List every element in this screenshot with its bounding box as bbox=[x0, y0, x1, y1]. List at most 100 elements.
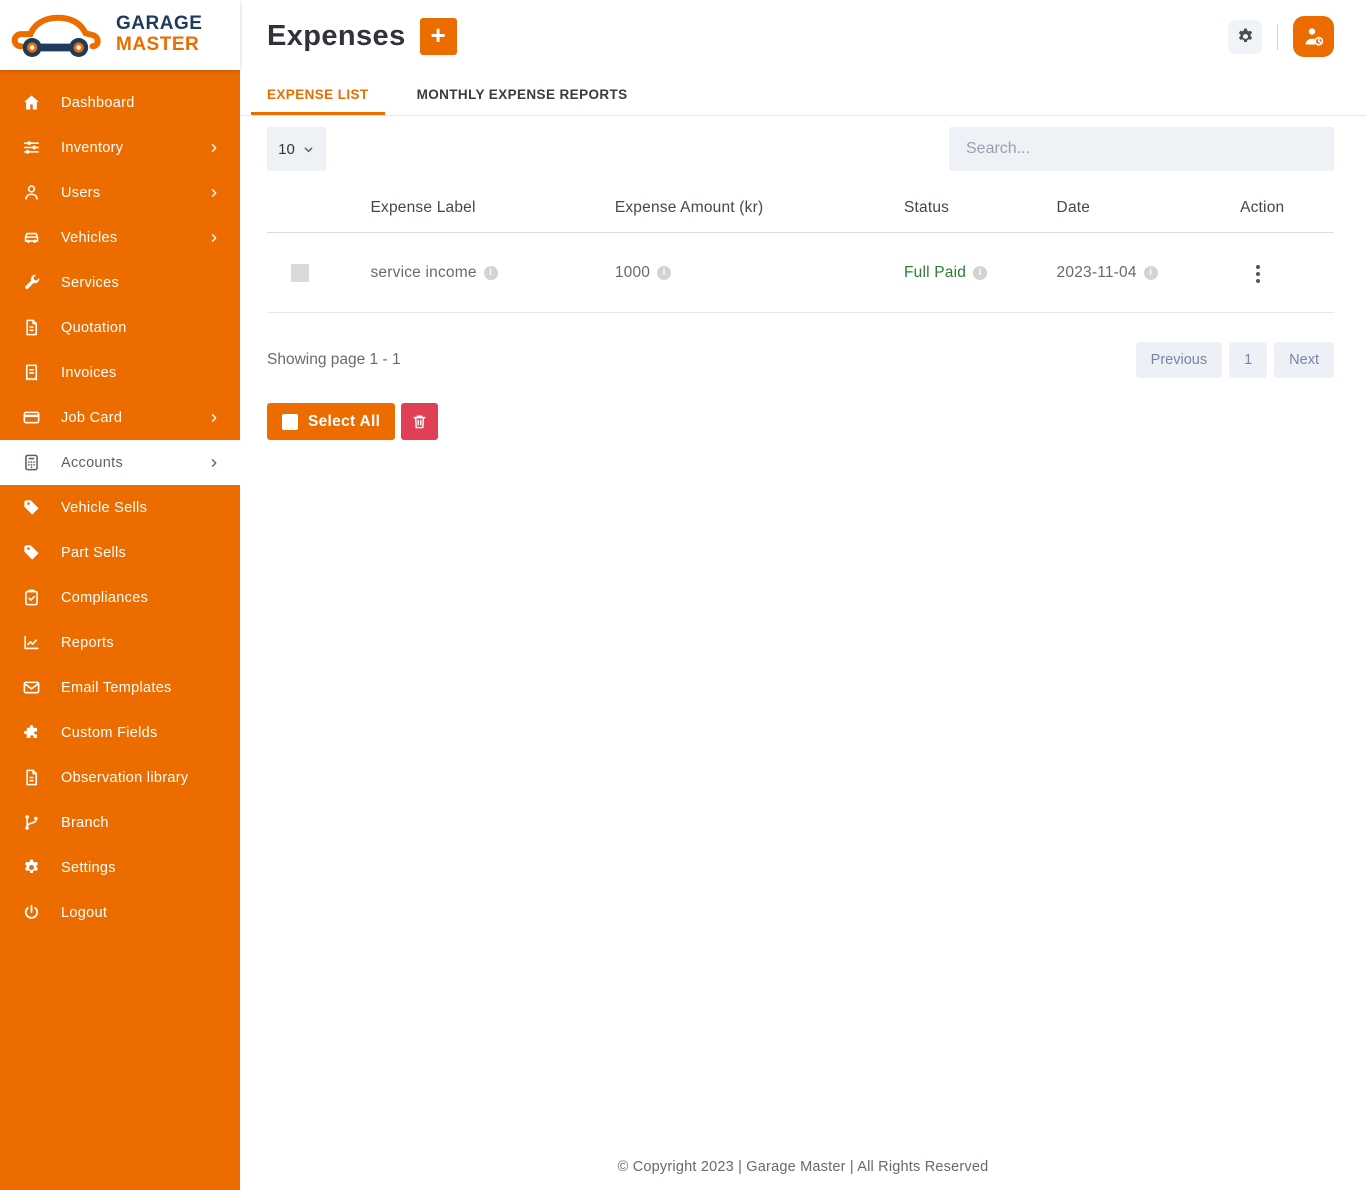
table-footer: Showing page 1 - 1 Previous 1 Next bbox=[267, 342, 1334, 378]
user-clock-button[interactable] bbox=[1293, 16, 1334, 57]
sidebar-item-vehicle-sells[interactable]: Vehicle Sells bbox=[0, 485, 240, 530]
row-checkbox[interactable] bbox=[291, 263, 309, 282]
search-input[interactable] bbox=[949, 127, 1334, 171]
sidebar-item-label: Users bbox=[61, 184, 101, 201]
sidebar-item-label: Dashboard bbox=[61, 94, 135, 111]
column-header-select bbox=[267, 184, 371, 233]
sidebar-item-quotation[interactable]: Quotation bbox=[0, 305, 240, 350]
previous-page-button[interactable]: Previous bbox=[1135, 342, 1223, 378]
delete-selected-button[interactable] bbox=[401, 403, 439, 440]
sidebar-item-reports[interactable]: Reports bbox=[0, 620, 240, 665]
sidebar-item-label: Quotation bbox=[61, 319, 127, 336]
app-logo[interactable]: GARAGE MASTER bbox=[0, 0, 240, 70]
per-page-value: 10 bbox=[278, 140, 295, 158]
select-all-label: Select All bbox=[308, 412, 381, 430]
sidebar-item-label: Inventory bbox=[61, 139, 124, 156]
kebab-icon bbox=[1256, 265, 1261, 269]
car-wrench-logo-icon bbox=[8, 7, 108, 63]
sidebar-item-label: Branch bbox=[61, 814, 109, 831]
sidebar-item-invoices[interactable]: Invoices bbox=[0, 350, 240, 395]
sidebar-item-inventory[interactable]: Inventory bbox=[0, 125, 240, 170]
file-icon bbox=[22, 768, 41, 787]
puzzle-icon bbox=[22, 723, 41, 742]
topbar-actions bbox=[1228, 16, 1334, 57]
sidebar-item-logout[interactable]: Logout bbox=[0, 890, 240, 935]
sidebar-item-label: Compliances bbox=[61, 589, 149, 606]
sidebar-item-label: Settings bbox=[61, 859, 116, 876]
sidebar-item-job-card[interactable]: Job Card bbox=[0, 395, 240, 440]
sidebar-item-part-sells[interactable]: Part Sells bbox=[0, 530, 240, 575]
add-expense-button[interactable]: + bbox=[419, 18, 457, 55]
tab-monthly-expense-reports[interactable]: MONTHLY EXPENSE REPORTS bbox=[401, 87, 644, 115]
expense-label-value: service income bbox=[370, 263, 477, 281]
sidebar-nav: Dashboard Inventory Users Vehicles Servi… bbox=[0, 70, 240, 935]
sidebar-item-vehicles[interactable]: Vehicles bbox=[0, 215, 240, 260]
info-icon[interactable] bbox=[483, 265, 498, 280]
sidebar: GARAGE MASTER Dashboard Inventory Users … bbox=[0, 0, 240, 1190]
envelope-icon bbox=[22, 678, 41, 697]
chevron-right-icon bbox=[208, 142, 220, 154]
sliders-icon bbox=[22, 138, 41, 157]
sidebar-item-custom-fields[interactable]: Custom Fields bbox=[0, 710, 240, 755]
chevron-right-icon bbox=[208, 412, 220, 424]
car-icon bbox=[22, 228, 41, 247]
sidebar-item-users[interactable]: Users bbox=[0, 170, 240, 215]
sidebar-item-label: Job Card bbox=[61, 409, 123, 426]
next-page-button[interactable]: Next bbox=[1274, 342, 1334, 378]
select-all-checkbox bbox=[282, 413, 298, 430]
page-number-button[interactable]: 1 bbox=[1229, 342, 1268, 378]
sidebar-item-label: Custom Fields bbox=[61, 724, 158, 741]
pagination: Previous 1 Next bbox=[1135, 342, 1334, 378]
sidebar-item-label: Email Templates bbox=[61, 679, 172, 696]
per-page-select[interactable]: 10 bbox=[267, 127, 326, 171]
column-header-expense-label: Expense Label bbox=[370, 184, 615, 233]
sidebar-item-branch[interactable]: Branch bbox=[0, 800, 240, 845]
chevron-right-icon bbox=[208, 232, 220, 244]
tag-icon bbox=[22, 543, 41, 562]
tab-expense-list[interactable]: EXPENSE LIST bbox=[251, 87, 385, 115]
gear-icon bbox=[1236, 27, 1255, 46]
sidebar-item-services[interactable]: Services bbox=[0, 260, 240, 305]
expenses-table: Expense Label Expense Amount (kr) Status… bbox=[267, 184, 1334, 313]
column-header-date: Date bbox=[1056, 184, 1241, 233]
sidebar-item-accounts[interactable]: Accounts bbox=[0, 440, 240, 485]
sidebar-item-compliances[interactable]: Compliances bbox=[0, 575, 240, 620]
sidebar-item-dashboard[interactable]: Dashboard bbox=[0, 80, 240, 125]
page-summary: Showing page 1 - 1 bbox=[267, 351, 401, 368]
chevron-down-icon bbox=[302, 143, 315, 156]
sidebar-item-email-templates[interactable]: Email Templates bbox=[0, 665, 240, 710]
status-badge: Full Paid bbox=[903, 263, 967, 281]
sidebar-item-observation-library[interactable]: Observation library bbox=[0, 755, 240, 800]
vertical-divider bbox=[1277, 23, 1278, 50]
settings-button[interactable] bbox=[1228, 19, 1262, 54]
content: 10 Expense Label Expense Amount (kr) Sta… bbox=[240, 116, 1366, 1143]
sidebar-item-settings[interactable]: Settings bbox=[0, 845, 240, 890]
receipt-icon bbox=[22, 363, 41, 382]
column-header-action: Action bbox=[1240, 184, 1334, 233]
brand-master: MASTER bbox=[116, 34, 200, 55]
sidebar-item-label: Services bbox=[61, 274, 119, 291]
sidebar-item-label: Invoices bbox=[61, 364, 117, 381]
tag-icon bbox=[22, 498, 41, 517]
select-all-button[interactable]: Select All bbox=[267, 403, 396, 440]
file-invoice-icon bbox=[22, 318, 41, 337]
expense-amount-value: 1000 bbox=[614, 263, 651, 281]
table-controls: 10 bbox=[267, 127, 1334, 171]
info-icon[interactable] bbox=[973, 265, 988, 280]
info-icon[interactable] bbox=[657, 265, 672, 280]
date-value: 2023-11-04 bbox=[1056, 263, 1137, 281]
sidebar-item-label: Observation library bbox=[61, 769, 189, 786]
credit-card-icon bbox=[22, 408, 41, 427]
chevron-right-icon bbox=[208, 187, 220, 199]
page-title: Expenses bbox=[267, 20, 406, 52]
table-header-row: Expense Label Expense Amount (kr) Status… bbox=[267, 184, 1334, 233]
row-actions-menu-button[interactable] bbox=[1248, 259, 1268, 289]
chart-line-icon bbox=[22, 633, 41, 652]
user-icon bbox=[22, 183, 41, 202]
brand-garage: GARAGE bbox=[116, 13, 203, 35]
sidebar-item-label: Vehicle Sells bbox=[61, 499, 148, 516]
info-icon[interactable] bbox=[1143, 265, 1158, 280]
sidebar-item-label: Vehicles bbox=[61, 229, 118, 246]
sidebar-item-label: Reports bbox=[61, 634, 114, 651]
column-header-status: Status bbox=[903, 184, 1057, 233]
